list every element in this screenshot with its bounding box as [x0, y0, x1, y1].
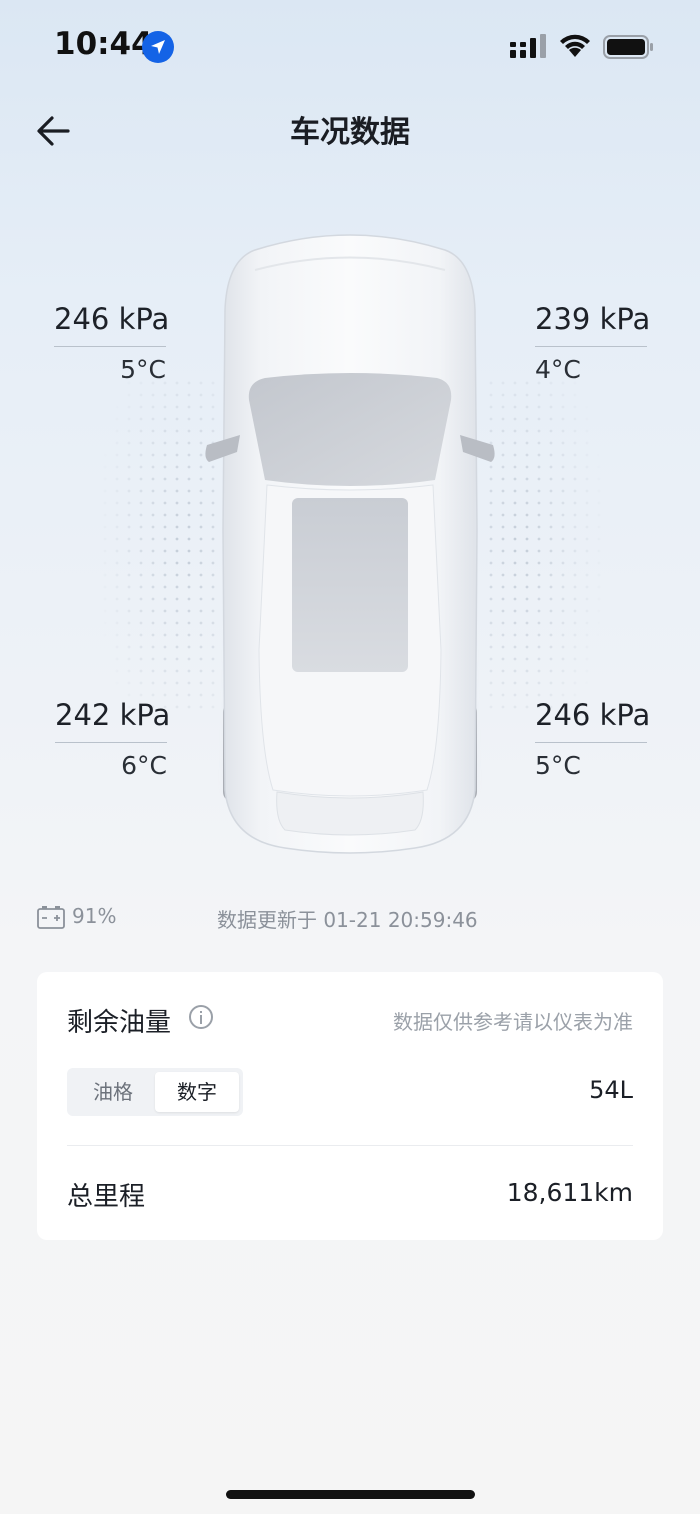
- battery-percentage: 91%: [72, 904, 117, 928]
- tire-temperature: 5°C: [535, 751, 581, 780]
- tire-pressure: 246 kPa: [54, 302, 169, 347]
- divider: [67, 1145, 633, 1146]
- tire-temperature: 6°C: [121, 751, 167, 780]
- car-battery-icon: [37, 906, 65, 929]
- nav-header: 车况数据: [0, 95, 700, 155]
- info-icon[interactable]: [189, 1005, 213, 1029]
- mileage-label: 总里程: [67, 1182, 146, 1212]
- mileage-value: 18,611km: [506, 1178, 633, 1207]
- home-indicator[interactable]: [226, 1490, 475, 1499]
- fuel-value: 54L: [589, 1076, 633, 1104]
- data-update-time: 数据更新于 01-21 20:59:46: [217, 908, 478, 932]
- tire-temperature: 5°C: [120, 355, 166, 384]
- fuel-mileage-card: 剩余油量 数据仅供参考请以仪表为准 油格 数字 54L 总里程 18,611km: [37, 972, 663, 1240]
- tire-temperature: 4°C: [535, 355, 581, 384]
- cellular-signal-icon: [510, 34, 546, 58]
- tire-pressure: 242 kPa: [55, 698, 170, 743]
- tire-pressure: 246 kPa: [535, 698, 650, 743]
- segment-fuel-number[interactable]: 数字: [155, 1072, 239, 1112]
- dots-right-decoration: [488, 380, 613, 710]
- location-arrow-icon: [142, 31, 174, 63]
- car-top-view: [205, 234, 495, 854]
- status-bar: 10:44: [0, 0, 700, 95]
- wifi-icon: [560, 34, 590, 57]
- tire-front-right: 239 kPa 4°C: [535, 302, 650, 384]
- tire-pressure: 239 kPa: [535, 302, 650, 347]
- tire-rear-right: 246 kPa 5°C: [535, 698, 650, 780]
- fuel-title: 剩余油量: [67, 1008, 172, 1038]
- segment-fuel-grid[interactable]: 油格: [71, 1072, 155, 1112]
- page-title: 车况数据: [290, 115, 410, 150]
- status-info-row: 91% 数据更新于 01-21 20:59:46: [0, 900, 700, 936]
- tire-front-left: 246 kPa 5°C: [54, 302, 169, 384]
- tire-rear-left: 242 kPa 6°C: [55, 698, 170, 780]
- fuel-display-toggle: 油格 数字: [67, 1068, 243, 1116]
- fuel-disclaimer: 数据仅供参考请以仪表为准: [393, 1010, 633, 1034]
- car-diagram: 246 kPa 5°C 239 kPa 4°C 242 kPa 6°C 246 …: [0, 220, 700, 860]
- status-time: 10:44: [54, 26, 153, 62]
- battery-icon: [603, 35, 653, 59]
